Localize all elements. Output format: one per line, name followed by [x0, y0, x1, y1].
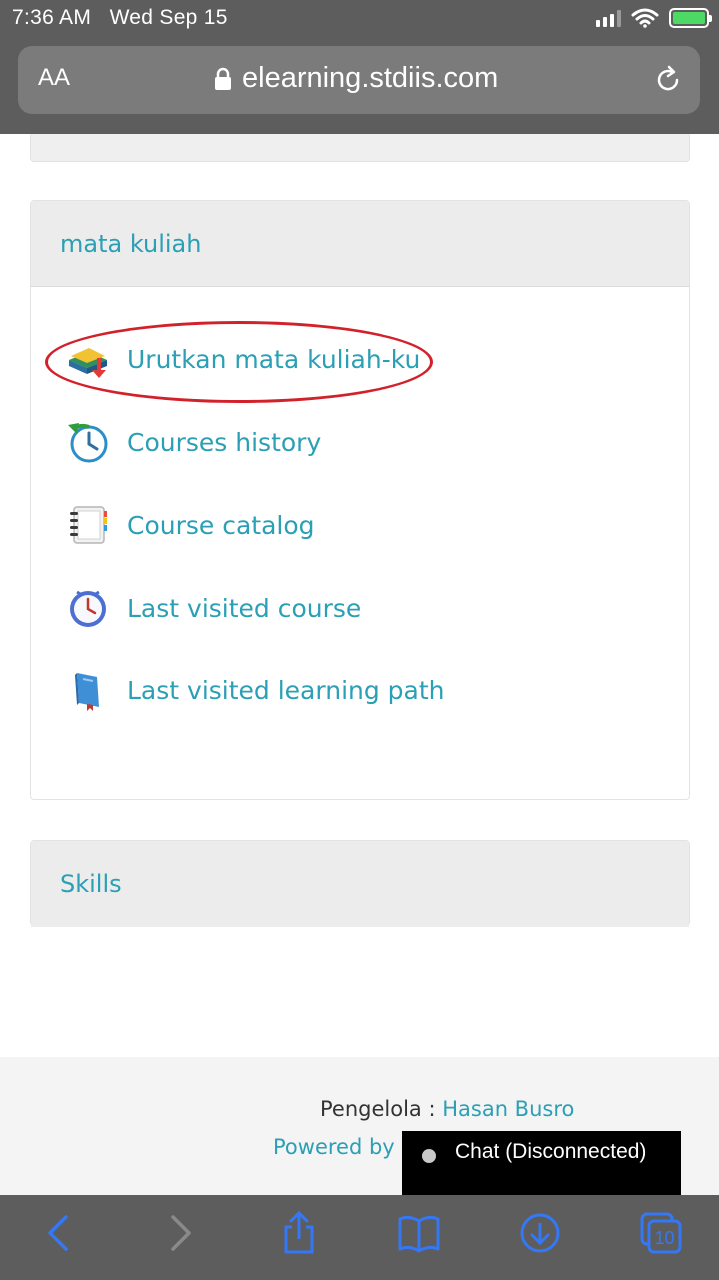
courses-block-header: mata kuliah [31, 201, 689, 287]
lock-icon [215, 67, 231, 90]
footer-powered-by[interactable]: Powered by C [273, 1135, 416, 1159]
book-icon [75, 673, 99, 711]
courses-block: mata kuliah Urutkan mata kuliah-ku Cours… [30, 200, 690, 800]
skills-block-header[interactable]: Skills [31, 841, 689, 927]
wifi-icon [631, 8, 659, 28]
previous-block-bottom [30, 134, 690, 162]
status-time: 7:36 AM [12, 6, 92, 29]
history-clock-icon [68, 423, 108, 463]
catalog-notebook-icon [70, 506, 107, 544]
browser-bottom-toolbar: 10 [0, 1195, 719, 1280]
reload-icon[interactable] [652, 64, 684, 96]
cell-signal-icon [596, 9, 621, 27]
courses-block-title: mata kuliah [60, 229, 202, 258]
url-bar[interactable]: AA elearning.stdiis.com [18, 46, 700, 114]
footer-manager-link[interactable]: Hasan Busro [442, 1097, 574, 1121]
chat-label[interactable]: Chat (Disconnected) [455, 1140, 646, 1164]
back-icon[interactable] [38, 1211, 82, 1255]
share-icon[interactable] [277, 1211, 321, 1255]
status-date: Wed Sep 15 [109, 6, 228, 29]
forward-icon[interactable] [157, 1211, 201, 1255]
footer-manager: Pengelola : Hasan Busro [320, 1097, 574, 1121]
menu-item-label[interactable]: Last visited learning path [127, 676, 445, 705]
skills-block[interactable]: Skills [30, 840, 690, 927]
menu-item-label[interactable]: Courses history [127, 428, 321, 457]
menu-item-label[interactable]: Urutkan mata kuliah-ku [127, 345, 420, 374]
battery-icon [669, 8, 712, 28]
bookmarks-icon[interactable] [397, 1211, 441, 1255]
chat-status-dot [422, 1149, 436, 1163]
menu-item-label[interactable]: Course catalog [127, 511, 315, 540]
browser-top-chrome: 7:36 AM Wed Sep 15 AA elearning.stdiis.c… [0, 0, 719, 134]
text-size-button[interactable]: AA [38, 64, 70, 92]
sort-courses-icon [69, 348, 107, 378]
downloads-icon[interactable] [518, 1211, 562, 1255]
tabs-count: 10 [654, 1228, 674, 1248]
footer-manager-label: Pengelola : [320, 1097, 436, 1121]
menu-item-label[interactable]: Last visited course [127, 594, 361, 623]
tabs-icon[interactable]: 10 [639, 1211, 683, 1255]
chat-widget[interactable]: Chat (Disconnected) [402, 1131, 681, 1195]
status-bar: 7:36 AM Wed Sep 15 [0, 0, 719, 40]
clock-icon [70, 590, 106, 627]
status-time-date: 7:36 AM Wed Sep 15 [12, 6, 228, 30]
url-domain[interactable]: elearning.stdiis.com [242, 62, 498, 95]
skills-block-title[interactable]: Skills [60, 870, 122, 898]
